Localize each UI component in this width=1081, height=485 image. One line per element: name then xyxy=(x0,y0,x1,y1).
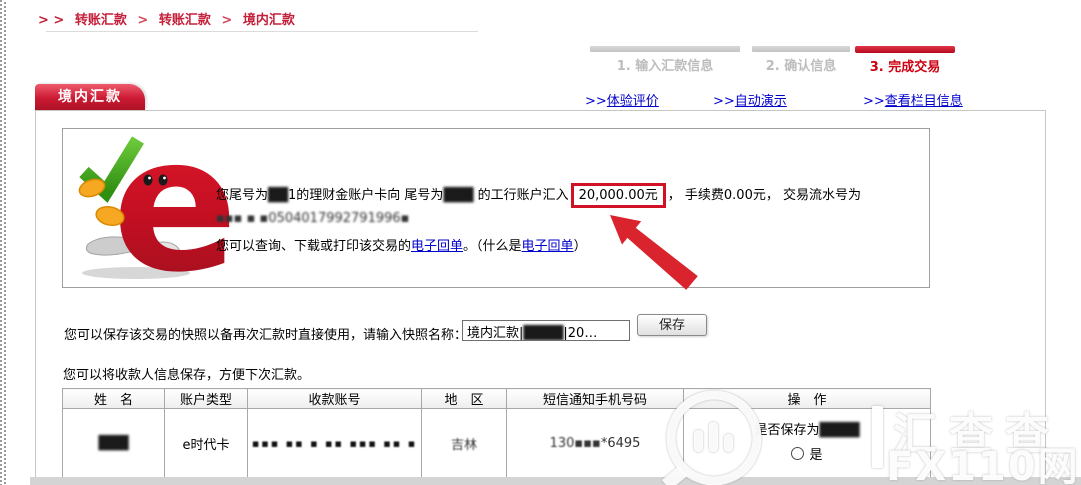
serial-number-line: ▪▪▪ ▪ ▪0504017992791996▪ xyxy=(216,210,928,228)
save-radio-row: 是 xyxy=(684,443,930,468)
account-type-value: e时代卡 xyxy=(182,437,230,453)
save-button[interactable]: 保存 xyxy=(637,314,707,336)
cell-account-number: ▪▪▪ ▪▪ ▪ ▪▪ ▪▪▪ ▪▪ ▪ xyxy=(247,408,422,478)
summary-text: ， 手续费 xyxy=(667,188,724,203)
page-left-dotted-edge xyxy=(0,0,6,485)
step-2-label: 2. 确认信息 xyxy=(765,59,837,74)
step-1-bar xyxy=(590,46,740,52)
header-region: 地 区 xyxy=(421,388,507,409)
page: > > 转账汇款 > 转账汇款 > 境内汇款 1. 输入汇款信息 2. 确认信息… xyxy=(0,0,1081,485)
link-what-is-e-receipt[interactable]: 电子回单 xyxy=(522,239,574,254)
cell-sms-phone: 130▪▪▪*6495 xyxy=(506,408,684,478)
breadcrumb-item-transfer-2[interactable]: 转账汇款 xyxy=(159,13,211,28)
snapshot-value-masked: ████ xyxy=(523,326,564,341)
link-auto-demo[interactable]: >>自动演示 xyxy=(713,90,787,109)
header-account-type: 账户类型 xyxy=(164,388,248,409)
receipt-text: 您可以查询、下载或打印该交易的 xyxy=(216,239,412,254)
phone-visible-tail: *6495 xyxy=(600,435,641,451)
link-experience-rating[interactable]: >>体验评价 xyxy=(585,90,659,109)
receipt-line: 您可以查询、下载或打印该交易的电子回单。（什么是电子回单） xyxy=(216,237,928,257)
summary-text: 您尾号为 xyxy=(216,188,269,203)
masked-sender-card-tail: ██ xyxy=(268,188,289,203)
masked-save-question: ████ xyxy=(819,423,860,438)
step-1-label: 1. 输入汇款信息 xyxy=(616,59,714,74)
save-as-question: 是否保存为████ xyxy=(684,418,930,443)
breadcrumb-item-transfer[interactable]: 转账汇款 xyxy=(75,13,127,28)
snapshot-name-input[interactable]: 境内汇款|████|20… xyxy=(462,320,630,341)
link-e-receipt[interactable]: 电子回单 xyxy=(411,239,463,254)
recipient-table-header-row: 姓 名 账户类型 收款账号 地 区 短信通知手机号码 操 作 xyxy=(62,388,931,409)
summary-text: 的工行账户汇入 xyxy=(477,188,569,203)
transfer-result-message: 您尾号为██1的理财金账户卡向 尾号为███ 的工行账户汇入 20,000.00元… xyxy=(216,182,928,257)
tab-domestic-remittance[interactable]: 境内汇款 xyxy=(35,84,145,110)
step-1-enter-info: 1. 输入汇款信息 xyxy=(590,46,740,74)
masked-phone-prefix: 130▪▪▪ xyxy=(549,435,601,451)
step-2-bar xyxy=(752,46,850,52)
cell-region: 吉林 xyxy=(421,408,507,478)
cell-recipient-name: ███ xyxy=(62,408,165,478)
recipient-table: 姓 名 账户类型 收款账号 地 区 短信通知手机号码 操 作 ███ e时代卡 … xyxy=(62,388,931,478)
cell-operation: 是否保存为████ 是 xyxy=(683,408,931,478)
receipt-text: 。（什么是 xyxy=(463,239,522,254)
breadcrumb-item-domestic[interactable]: 境内汇款 xyxy=(243,13,295,28)
result-summary-line: 您尾号为██1的理财金账户卡向 尾号为███ 的工行账户汇入 20,000.00元… xyxy=(216,182,928,209)
snapshot-instruction-label: 您可以保存该交易的快照以备再次汇款时直接使用，请输入快照名称： xyxy=(64,328,468,343)
link-prefix: >> xyxy=(713,94,735,109)
recipient-table-row: ███ e时代卡 ▪▪▪ ▪▪ ▪ ▪▪ ▪▪▪ ▪▪ ▪ 吉林 130▪▪▪*… xyxy=(62,408,931,478)
breadcrumb-arrows-icon: > > xyxy=(38,13,65,28)
header-operation: 操 作 xyxy=(683,388,931,409)
icbc-e-mascot-success-icon: e xyxy=(78,132,230,284)
step-3-label: 3. 完成交易 xyxy=(869,60,941,75)
save-question-text: 是否保存为 xyxy=(754,423,820,438)
transfer-amount: 20,000.00元 xyxy=(578,188,658,203)
summary-text: ， 交易流水号为 xyxy=(765,188,861,203)
link-prefix: >> xyxy=(863,94,885,109)
cell-account-type: e时代卡 xyxy=(164,408,248,478)
breadcrumb: > > 转账汇款 > 转账汇款 > 境内汇款 xyxy=(38,9,295,28)
region-value: 吉林 xyxy=(450,437,477,453)
masked-account-number: ▪▪▪ ▪▪ ▪ ▪▪ ▪▪▪ ▪▪ ▪ xyxy=(251,436,418,450)
masked-recipient-name: ███ xyxy=(98,435,129,451)
link-prefix: >> xyxy=(585,94,607,109)
masked-serial-number: ▪▪▪ ▪ ▪0504017992791996▪ xyxy=(216,211,410,226)
step-2-confirm-info: 2. 确认信息 xyxy=(752,46,850,74)
link-view-column-info[interactable]: >>查看栏目信息 xyxy=(863,90,963,109)
radio-yes-label: 是 xyxy=(809,448,823,463)
snapshot-value-prefix: 境内汇款| xyxy=(467,326,524,341)
bottom-gray-strip xyxy=(30,477,1081,485)
radio-yes[interactable] xyxy=(791,447,805,460)
recipient-save-note: 您可以将收款人信息保存，方便下次汇款。 xyxy=(63,368,311,383)
masked-recipient-card-tail: ███ xyxy=(443,188,474,203)
summary-text: 的理财金账户卡向 尾号为 xyxy=(296,188,444,203)
breadcrumb-separator: > xyxy=(221,13,233,28)
amount-highlight-box: 20,000.00元 xyxy=(570,183,666,208)
header-name: 姓 名 xyxy=(62,388,165,409)
receipt-text: ） xyxy=(573,239,587,254)
header-sms-phone: 短信通知手机号码 xyxy=(506,388,684,409)
breadcrumb-separator: > xyxy=(137,13,149,28)
step-3-complete: 3. 完成交易 xyxy=(855,46,955,75)
step-3-bar xyxy=(855,46,955,53)
snapshot-value-suffix: |20… xyxy=(563,326,598,341)
breadcrumb-underline xyxy=(46,31,478,32)
header-account-number: 收款账号 xyxy=(247,388,422,409)
fee-amount: 0.00元 xyxy=(723,188,766,203)
